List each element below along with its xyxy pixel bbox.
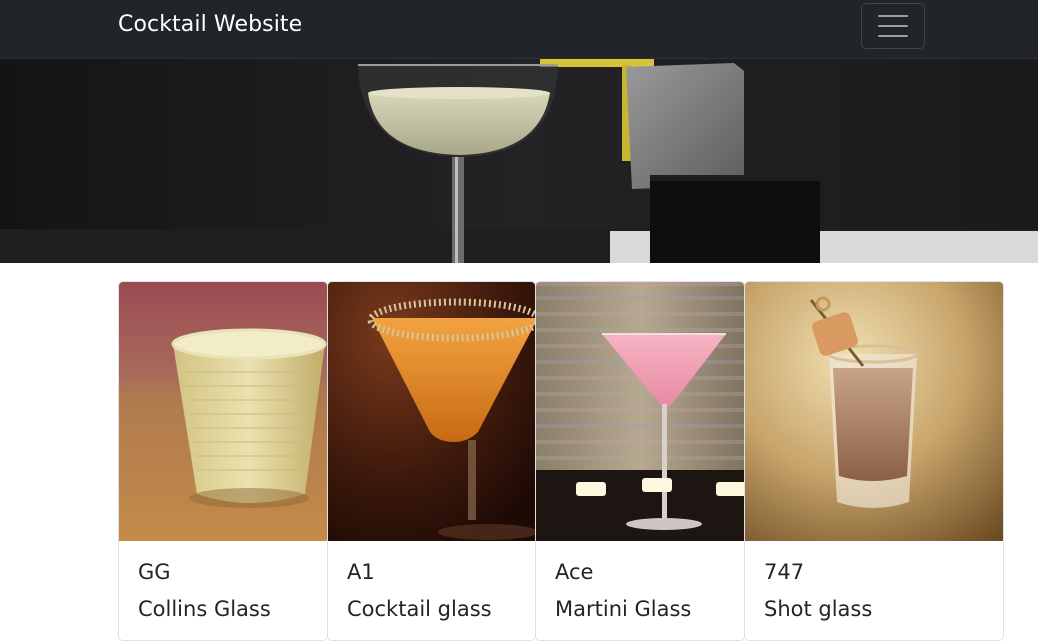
- cocktail-card[interactable]: A1 Cocktail glass: [327, 281, 536, 641]
- cocktail-name: GG: [138, 560, 171, 584]
- cocktail-card[interactable]: GG Collins Glass: [118, 281, 328, 641]
- hero-banner: [0, 59, 1038, 263]
- glass-type: Shot glass: [764, 597, 873, 621]
- hamburger-menu-icon: [878, 15, 908, 37]
- cocktail-name: A1: [347, 560, 375, 584]
- cocktail-card[interactable]: Ace Martini Glass: [535, 281, 745, 641]
- glass-type: Martini Glass: [555, 597, 692, 621]
- navbar-toggler-button[interactable]: [861, 3, 925, 49]
- hero-image: [0, 59, 1038, 263]
- glass-type: Cocktail glass: [347, 597, 492, 621]
- cocktail-name: 747: [764, 560, 805, 584]
- cocktail-image: [119, 282, 327, 541]
- cocktail-card-list: GG Collins Glass A1 Cocktail glass Ace M…: [118, 281, 1004, 641]
- cocktail-name: Ace: [555, 560, 594, 584]
- cocktail-image: [328, 282, 535, 541]
- brand-link[interactable]: Cocktail Website: [118, 12, 302, 37]
- cocktail-image: [745, 282, 1003, 541]
- cocktail-card[interactable]: 747 Shot glass: [744, 281, 1004, 641]
- cocktail-image: [536, 282, 744, 541]
- navbar: Cocktail Website: [0, 0, 1038, 59]
- glass-type: Collins Glass: [138, 597, 271, 621]
